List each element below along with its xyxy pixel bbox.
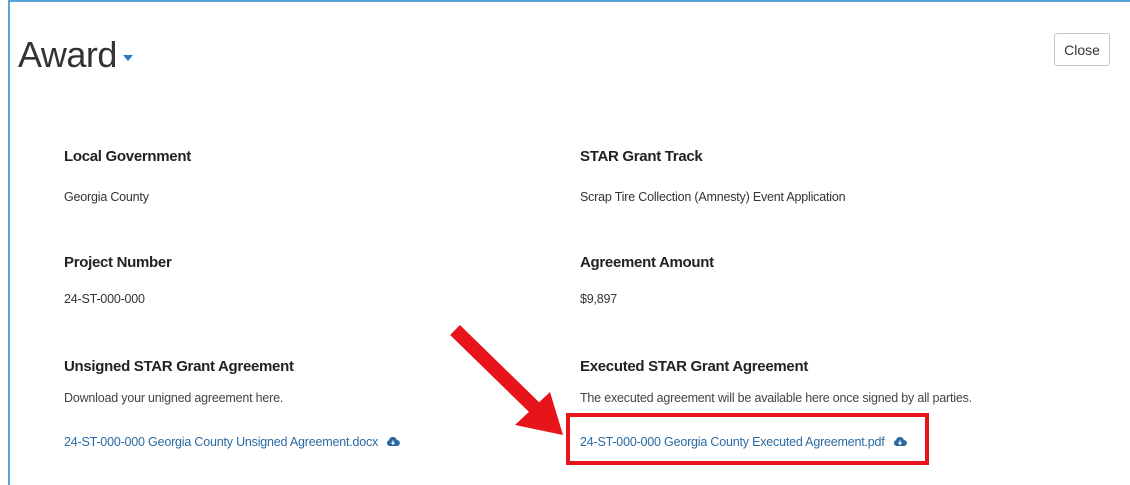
field-label: Agreement Amount: [580, 254, 714, 271]
field-label: Local Government: [64, 148, 191, 165]
field-label: STAR Grant Track: [580, 148, 703, 165]
project-number-label: Project Number: [64, 254, 172, 272]
field-value: Georgia County: [64, 190, 149, 204]
unsigned-agreement-link[interactable]: 24-ST-000-000 Georgia County Unsigned Ag…: [64, 435, 400, 449]
local-government-label: Local Government: [64, 148, 191, 166]
field-label: Unsigned STAR Grant Agreement: [64, 358, 294, 375]
local-government-value: Georgia County: [64, 188, 149, 206]
link-text[interactable]: 24-ST-000-000 Georgia County Unsigned Ag…: [64, 435, 378, 449]
agreement-amount-label: Agreement Amount: [580, 254, 714, 272]
agreement-amount-value: $9,897: [580, 290, 617, 308]
highlight-box: [566, 413, 929, 465]
unsigned-agreement-label: Unsigned STAR Grant Agreement: [64, 358, 294, 376]
executed-agreement-description: The executed agreement will be available…: [580, 389, 972, 407]
field-label: Project Number: [64, 254, 172, 271]
close-button[interactable]: Close: [1054, 33, 1110, 66]
grant-track-value: Scrap Tire Collection (Amnesty) Event Ap…: [580, 188, 846, 206]
award-title-row[interactable]: Award: [18, 34, 133, 76]
executed-agreement-label: Executed STAR Grant Agreement: [580, 358, 808, 376]
project-number-value: 24-ST-000-000: [64, 290, 145, 308]
field-label: Executed STAR Grant Agreement: [580, 358, 809, 375]
field-description: Download your unigned agreement here.: [64, 391, 284, 405]
field-value: 24-ST-000-000: [64, 292, 145, 306]
grant-track-label: STAR Grant Track: [580, 148, 703, 166]
red-arrow-icon: [450, 324, 563, 435]
unsigned-agreement-description: Download your unigned agreement here.: [64, 389, 283, 407]
field-description: The executed agreement will be available…: [580, 391, 972, 405]
cloud-download-icon[interactable]: [386, 437, 400, 447]
page-title[interactable]: Award: [18, 34, 117, 76]
caret-down-icon[interactable]: [122, 55, 133, 61]
field-value: $9,897: [580, 292, 618, 306]
field-value: Scrap Tire Collection (Amnesty) Event Ap…: [580, 190, 846, 204]
unsigned-agreement-link-row[interactable]: 24-ST-000-000 Georgia County Unsigned Ag…: [64, 433, 400, 451]
